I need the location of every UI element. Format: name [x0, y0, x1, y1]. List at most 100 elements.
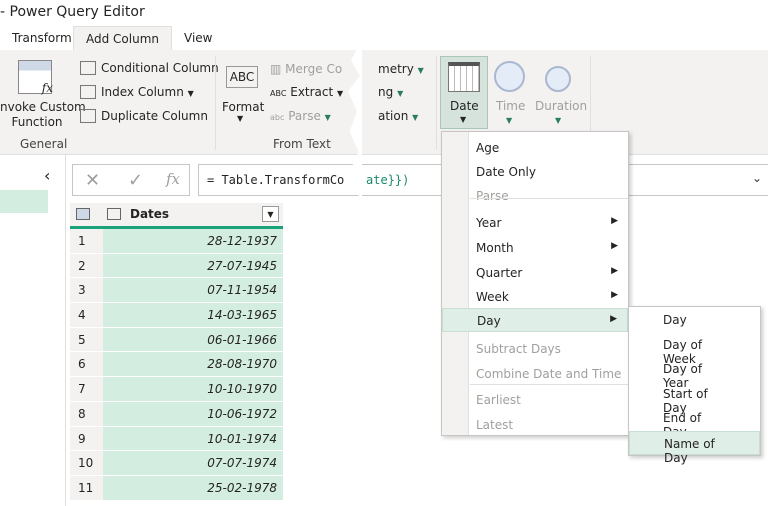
filter-dropdown-icon[interactable]: ▼	[262, 206, 279, 222]
table-row[interactable]: 11 25-02-1978	[70, 475, 283, 501]
date-button[interactable]: Date ▼	[440, 56, 488, 129]
menu-item-parse[interactable]: Parse	[470, 184, 628, 208]
menu-item-combine-date-and-time[interactable]: Combine Date and Time	[470, 362, 628, 386]
invoke-custom-function-button[interactable]: nvoke Custom Function	[0, 100, 86, 130]
tab-add-column[interactable]: Add Column	[73, 26, 173, 51]
date-cell[interactable]: 10-10-1970	[103, 377, 283, 401]
date-cell[interactable]: 07-11-1954	[103, 278, 283, 303]
menu-item-day[interactable]: Day ▶	[442, 308, 628, 332]
menu-item-week[interactable]: Week ▶	[470, 285, 628, 309]
selected-query[interactable]	[0, 190, 48, 213]
table-menu-icon[interactable]	[76, 208, 90, 220]
expand-formula-chevron-icon[interactable]: ⌄	[752, 171, 762, 185]
column-header[interactable]: Dates ▼	[70, 203, 283, 229]
menu-gutter	[442, 132, 469, 435]
date-cell[interactable]: 28-12-1937	[103, 229, 283, 253]
date-cell[interactable]: 27-07-1945	[103, 253, 283, 278]
index-column-button[interactable]: Index Column ▼	[101, 85, 194, 99]
submenu-item-start-of-day[interactable]: Start of Day	[629, 382, 760, 415]
fx-icon[interactable]: fx	[166, 170, 180, 188]
menu-item-age[interactable]: Age	[470, 136, 628, 160]
row-number[interactable]: 1	[70, 229, 103, 253]
date-cell[interactable]: 07-07-1974	[103, 451, 283, 475]
table-row[interactable]: 2 27-07-1945	[70, 253, 283, 279]
cancel-icon[interactable]: ✕	[85, 170, 100, 191]
invoke-label-2: Function	[11, 115, 63, 129]
row-number[interactable]: 5	[70, 327, 103, 352]
date-cell[interactable]: 10-06-1972	[103, 401, 283, 426]
table-row[interactable]: 5 06-01-1966	[70, 327, 283, 353]
caret-down-icon: ▼	[237, 114, 244, 123]
row-number[interactable]: 2	[70, 253, 103, 278]
submenu-item-name-of-day[interactable]: Name of Day	[629, 431, 760, 465]
parse-button[interactable]: abc Parse ▼	[270, 109, 331, 123]
submenu-arrow-icon: ▶	[610, 314, 617, 324]
extract-button[interactable]: ABC Extract ▼	[270, 85, 343, 99]
row-number[interactable]: 4	[70, 303, 103, 327]
duration-button[interactable]: Duration	[535, 99, 587, 113]
partial-label: ng	[378, 85, 394, 99]
submenu-item-day-of-year[interactable]: Day of Year	[629, 357, 760, 390]
table-row[interactable]: 10 07-07-1974	[70, 451, 283, 476]
submenu-item-day[interactable]: Day	[629, 308, 760, 332]
row-number[interactable]: 11	[70, 475, 103, 500]
row-number[interactable]: 6	[70, 352, 103, 377]
scientific-button[interactable]: metry ▼	[378, 62, 424, 76]
time-button[interactable]: Time	[496, 99, 525, 113]
conditional-column-button[interactable]: Conditional Column	[101, 61, 219, 75]
group-general-label: General	[20, 137, 68, 151]
duplicate-column-icon	[80, 109, 96, 123]
menu-item-subtract-days[interactable]: Subtract Days	[470, 337, 628, 361]
trigonometry-button[interactable]: ng ▼	[378, 85, 403, 99]
format-button[interactable]: Format	[222, 100, 264, 114]
submenu-arrow-icon: ▶	[611, 241, 618, 251]
submenu-item-end-of-day[interactable]: End of Day	[629, 406, 760, 439]
table-row[interactable]: 8 10-06-1972	[70, 401, 283, 427]
menu-item-earliest[interactable]: Earliest	[470, 388, 628, 412]
partial-label: metry	[378, 62, 414, 76]
submenu-item-day-of-week[interactable]: Day of Week	[629, 333, 760, 366]
row-number[interactable]: 7	[70, 377, 103, 401]
caret-down-icon: ▼	[187, 89, 194, 98]
information-button[interactable]: ation ▼	[378, 109, 418, 123]
menu-item-date-only[interactable]: Date Only	[470, 160, 628, 184]
index-column-label: Index Column	[101, 85, 184, 99]
date-cell[interactable]: 25-02-1978	[103, 475, 283, 500]
caret-down-icon: ▼	[412, 113, 419, 122]
tab-transform[interactable]: Transform	[0, 26, 84, 51]
menu-item-label: Quarter	[476, 266, 523, 280]
table-row[interactable]: 4 14-03-1965	[70, 303, 283, 328]
menu-item-latest[interactable]: Latest	[470, 413, 628, 437]
table-row[interactable]: 6 28-08-1970	[70, 352, 283, 378]
table-row[interactable]: 1 28-12-1937	[70, 229, 283, 254]
menu-item-label: Year	[476, 216, 502, 230]
table-row[interactable]: 9 10-01-1974	[70, 426, 283, 452]
clock-icon	[494, 61, 525, 92]
table-row[interactable]: 3 07-11-1954	[70, 278, 283, 304]
menu-item-quarter[interactable]: Quarter ▶	[470, 261, 628, 285]
duplicate-column-button[interactable]: Duplicate Column	[101, 109, 208, 123]
row-number[interactable]: 10	[70, 451, 103, 475]
abc123-icon: ABC	[270, 89, 287, 98]
confirm-check-icon[interactable]: ✓	[128, 170, 143, 191]
divider	[65, 155, 66, 506]
conditional-column-icon	[80, 61, 96, 75]
caret-down-icon: ▼	[324, 113, 331, 122]
row-number[interactable]: 8	[70, 401, 103, 426]
menu-item-year[interactable]: Year ▶	[470, 211, 628, 235]
collapse-queries-chevron-icon[interactable]: ‹	[44, 166, 50, 185]
date-cell[interactable]: 06-01-1966	[103, 327, 283, 352]
date-cell[interactable]: 14-03-1965	[103, 303, 283, 327]
menu-item-month[interactable]: Month ▶	[470, 236, 628, 260]
caret-down-icon: ▼	[417, 66, 424, 75]
date-cell[interactable]: 10-01-1974	[103, 426, 283, 451]
row-number[interactable]: 3	[70, 278, 103, 303]
date-cell[interactable]: 28-08-1970	[103, 352, 283, 377]
table-row[interactable]: 7 10-10-1970	[70, 377, 283, 402]
tab-view[interactable]: View	[172, 26, 224, 51]
index-column-icon	[80, 85, 96, 99]
merge-columns-button[interactable]: ▥ Merge Co	[270, 62, 342, 76]
row-number[interactable]: 9	[70, 426, 103, 451]
date-type-icon[interactable]	[107, 208, 121, 220]
calendar-icon	[448, 62, 480, 92]
